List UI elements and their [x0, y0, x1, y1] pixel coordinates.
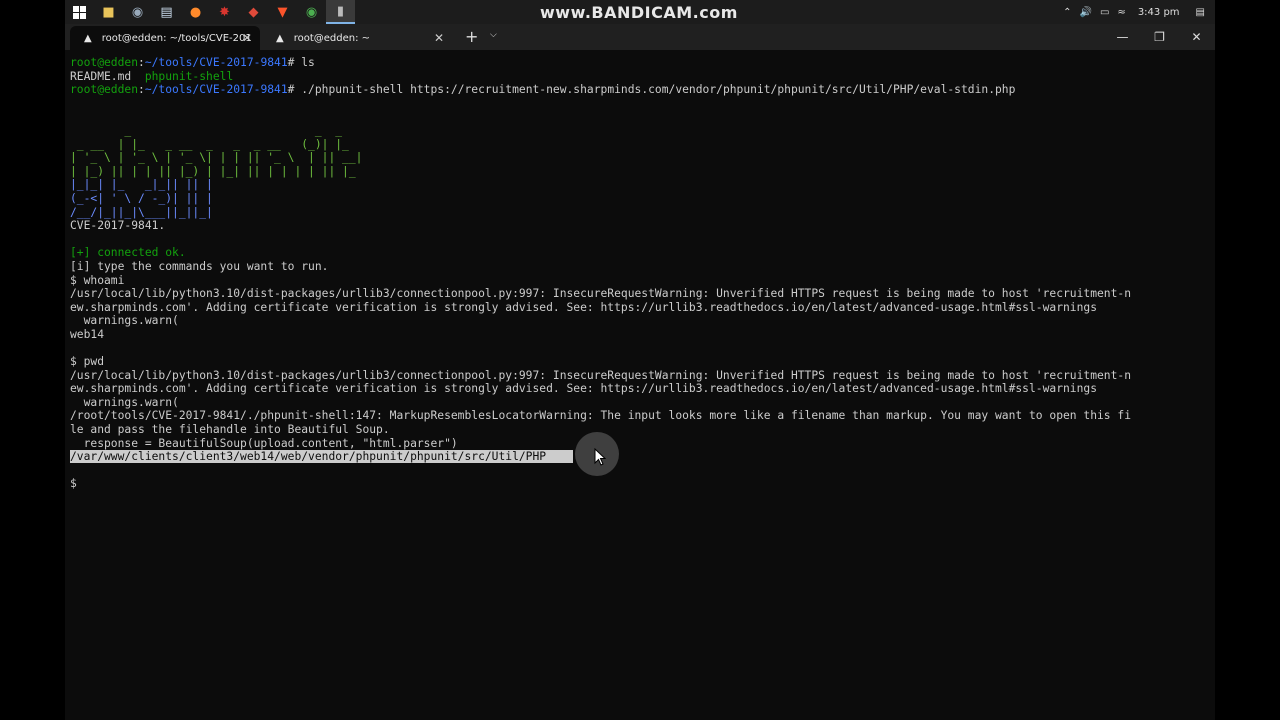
app-red-icon[interactable]: ✸ [210, 0, 239, 24]
terminal-line: root@edden:~/tools/CVE-2017-9841# ls [70, 56, 315, 69]
ascii-banner-line: |_|_| |_ _|_|| || | [70, 178, 213, 192]
minimize-button[interactable]: — [1104, 24, 1141, 50]
taskbar-apps: ■ ◉ ▤ ● ✸ ◆ ▼ ◉ ▮ [65, 0, 355, 24]
battery-icon[interactable]: ▭ [1100, 7, 1109, 18]
close-window-button[interactable]: ✕ [1178, 24, 1215, 50]
tab-root-edden-tools[interactable]: ▲ root@edden: ~/tools/CVE-201 ✕ [70, 26, 260, 50]
ascii-banner-line: (_-<| ' \ / -_)| || | [70, 191, 213, 205]
clock[interactable]: 3:43 pm [1138, 7, 1180, 18]
new-tab-button[interactable]: + [465, 27, 478, 46]
wifi-icon[interactable]: ≈ [1117, 7, 1125, 18]
window-controls: — ❐ ✕ [1104, 24, 1215, 50]
shell-prompt[interactable]: $ [70, 477, 1131, 491]
command-whoami: $ whoami [70, 273, 125, 287]
terminal-icon[interactable]: ▮ [326, 0, 355, 24]
tab-root-edden-home[interactable]: ▲ root@edden: ~ ✕ [262, 26, 452, 50]
linux-icon: ▲ [276, 32, 284, 44]
ascii-banner-line: _ __ | |_ _ __ _ _ _ __ (_)| |_ [70, 137, 349, 151]
chevron-down-icon[interactable]: ⌵ [490, 30, 497, 40]
chevron-up-icon[interactable]: ⌃ [1063, 7, 1071, 18]
ascii-banner-line: | '_ \ | '_ \ | '_ \| | | || '_ \ | || _… [70, 151, 363, 165]
warning-line: warnings.warn( [70, 395, 179, 409]
chrome-icon[interactable]: ◉ [297, 0, 326, 24]
terminal-line: root@edden:~/tools/CVE-2017-9841# ./phpu… [70, 83, 1016, 97]
linux-icon: ▲ [84, 32, 92, 44]
ascii-banner-line: /__/|_||_|\___||_||_| [70, 205, 213, 219]
windows-start-icon[interactable] [65, 0, 94, 24]
terminal-line: README.md phpunit-shell [70, 69, 234, 83]
mouse-cursor-icon [594, 448, 606, 466]
file-explorer-icon[interactable]: ■ [94, 0, 123, 24]
brave-icon[interactable]: ▼ [268, 0, 297, 24]
volume-icon[interactable]: 🔊 [1080, 7, 1092, 18]
command-pwd: $ pwd [70, 355, 105, 369]
bandicam-watermark: www.BANDICAM.com [540, 3, 738, 22]
info-message: [i] type the commands you want to run. [70, 259, 329, 273]
notepad-icon[interactable]: ▤ [152, 0, 181, 24]
whoami-output: web14 [70, 327, 105, 341]
terminal-output[interactable]: root@edden:~/tools/CVE-2017-9841# ls REA… [65, 50, 1215, 720]
warning-line: /usr/local/lib/python3.10/dist-packages/… [70, 287, 1132, 301]
tab-title: root@edden: ~/tools/CVE-201 [101, 32, 252, 44]
notification-icon[interactable]: ▤ [1196, 7, 1205, 18]
firefox-icon[interactable]: ● [181, 0, 210, 24]
maximize-button[interactable]: ❐ [1141, 24, 1178, 50]
tab-title: root@edden: ~ [293, 32, 371, 44]
warning-line: ew.sharpminds.com'. Adding certificate v… [70, 300, 1097, 314]
close-icon[interactable]: ✕ [434, 31, 444, 45]
warning-line: /usr/local/lib/python3.10/dist-packages/… [70, 368, 1132, 382]
terminal-tab-bar: ▲ root@edden: ~/tools/CVE-201 ✕ ▲ root@e… [65, 24, 1215, 50]
warning-line: ew.sharpminds.com'. Adding certificate v… [70, 382, 1097, 396]
connected-message: [+] connected ok. [70, 246, 186, 260]
app-shield-icon[interactable]: ◆ [239, 0, 268, 24]
close-icon[interactable]: ✕ [242, 31, 252, 45]
warning-line: /root/tools/CVE-2017-9841/./phpunit-shel… [70, 409, 1132, 423]
selected-text[interactable]: /var/www/clients/client3/web14/web/vendo… [70, 450, 547, 464]
ascii-banner-line: _ _ _ [70, 123, 343, 137]
system-tray: ⌃ 🔊 ▭ ≈ 3:43 pm ▤ [1063, 0, 1205, 24]
cve-label: CVE-2017-9841. [70, 219, 166, 233]
ascii-banner-line: | |_) || | | || |_) | |_| || | | | | || … [70, 164, 356, 178]
warning-line: warnings.warn( [70, 314, 179, 328]
app-icon[interactable]: ◉ [123, 0, 152, 24]
